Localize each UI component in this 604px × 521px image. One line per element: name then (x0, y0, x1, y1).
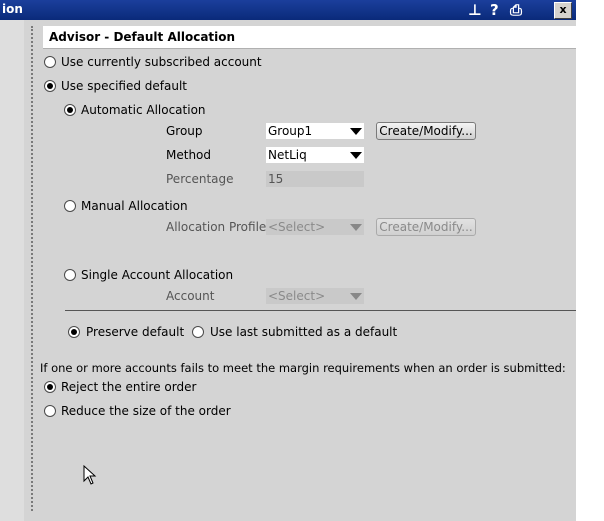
chevron-down-icon[interactable] (350, 293, 362, 300)
pin-icon[interactable]: ⊥ (468, 1, 482, 19)
group-label: Group (166, 124, 203, 138)
group-value: Group1 (268, 124, 313, 138)
chevron-down-icon[interactable] (350, 128, 362, 135)
left-strip (0, 20, 24, 521)
allocation-profile-label: Allocation Profile (166, 220, 267, 234)
reduce-order-label[interactable]: Reduce the size of the order (61, 404, 231, 418)
allocation-panel: Advisor - Default Allocation Use current… (0, 20, 576, 521)
section-divider (65, 310, 576, 311)
use-current-radio[interactable] (44, 56, 56, 68)
preserve-default-radio[interactable] (68, 326, 80, 338)
account-label: Account (166, 289, 215, 303)
automatic-allocation-label[interactable]: Automatic Allocation (81, 103, 206, 117)
use-current-label[interactable]: Use currently subscribed account (61, 55, 262, 69)
preserve-default-label[interactable]: Preserve default (86, 325, 184, 339)
profile-create-modify-button[interactable]: Create/Modify... (376, 218, 476, 236)
group-create-modify-button[interactable]: Create/Modify... (376, 122, 476, 140)
single-account-allocation-radio[interactable] (64, 269, 76, 281)
use-specified-label[interactable]: Use specified default (61, 79, 187, 93)
panel-header: Advisor - Default Allocation (43, 26, 576, 49)
window-title: ion (2, 2, 23, 16)
method-label: Method (166, 148, 212, 162)
help-icon[interactable]: ? (490, 1, 499, 19)
panel-title: Advisor - Default Allocation (49, 30, 236, 44)
use-last-submitted-label[interactable]: Use last submitted as a default (210, 325, 397, 339)
close-icon[interactable]: x (554, 2, 572, 19)
mouse-cursor-icon (83, 465, 97, 485)
percentage-field[interactable]: 15 (266, 171, 364, 187)
use-specified-radio[interactable] (44, 80, 56, 92)
reject-order-radio[interactable] (44, 381, 56, 393)
percentage-label: Percentage (166, 172, 234, 186)
print-icon[interactable]: ⎙ (510, 1, 522, 19)
chevron-down-icon[interactable] (350, 224, 362, 231)
chevron-down-icon[interactable] (350, 152, 362, 159)
window-titlebar: ion ⊥ ? ⎙ x (0, 0, 576, 20)
automatic-allocation-radio[interactable] (64, 104, 76, 116)
dotted-divider (31, 26, 33, 511)
group-select[interactable]: Group1 (266, 123, 364, 139)
method-select[interactable]: NetLiq (266, 147, 364, 163)
right-background (576, 20, 604, 521)
single-account-allocation-label[interactable]: Single Account Allocation (81, 268, 233, 282)
account-select[interactable]: <Select> (266, 288, 364, 304)
reduce-order-radio[interactable] (44, 405, 56, 417)
percentage-value: 15 (268, 172, 284, 186)
allocation-profile-select[interactable]: <Select> (266, 219, 364, 235)
margin-prompt: If one or more accounts fails to meet th… (40, 361, 566, 375)
manual-allocation-label[interactable]: Manual Allocation (81, 199, 188, 213)
account-value: <Select> (268, 289, 326, 303)
manual-allocation-radio[interactable] (64, 200, 76, 212)
use-last-submitted-radio[interactable] (192, 326, 204, 338)
allocation-profile-value: <Select> (268, 220, 326, 234)
reject-order-label[interactable]: Reject the entire order (61, 380, 196, 394)
method-value: NetLiq (268, 148, 307, 162)
